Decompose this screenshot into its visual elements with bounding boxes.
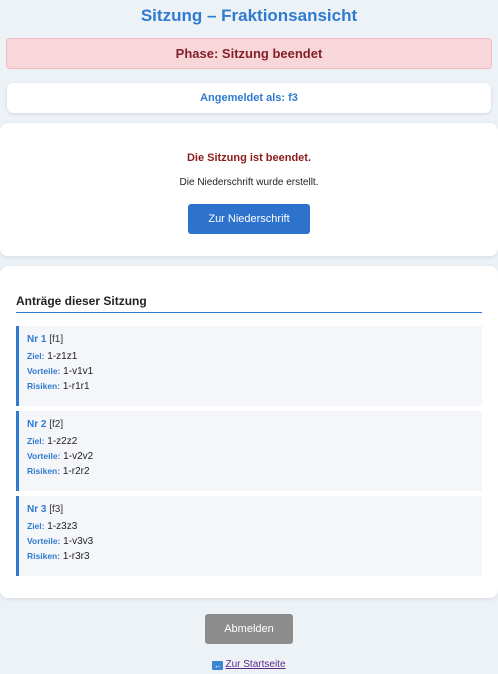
motion-risks: 1-r3r3 <box>62 551 90 562</box>
motion-faction: [f1] <box>49 334 64 345</box>
risks-label: Risiken: <box>27 466 61 476</box>
page-title: Sitzung – Fraktionsansicht <box>140 6 358 25</box>
motion-advantages-row: Vorteile: 1-v2v2 <box>27 449 482 464</box>
session-ended-card: Die Sitzung ist beendet. Die Niederschri… <box>0 123 498 256</box>
motions-heading: Anträge dieser Sitzung <box>16 294 482 313</box>
motion-goal: 1-z1z1 <box>47 351 78 362</box>
motion-header: Nr 1 [f1] <box>27 334 482 345</box>
session-ended-subtitle: Die Niederschrift wurde erstellt. <box>179 177 319 188</box>
logout-button[interactable]: Abmelden <box>205 614 293 644</box>
motion-risks-row: Risiken: 1-r1r1 <box>27 379 482 394</box>
motion-goal: 1-z3z3 <box>47 521 78 532</box>
home-link-container: ← Zur Startseite <box>0 659 498 670</box>
motion-goal-row: Ziel: 1-z3z3 <box>27 519 482 534</box>
motion-header: Nr 3 [f3] <box>27 504 482 515</box>
motion-risks-row: Risiken: 1-r2r2 <box>27 464 482 479</box>
motion-advantages-row: Vorteile: 1-v3v3 <box>27 534 482 549</box>
motion-item: Nr 1 [f1] Ziel: 1-z1z1 Vorteile: 1-v1v1 … <box>16 326 482 406</box>
motion-item: Nr 3 [f3] Ziel: 1-z3z3 Vorteile: 1-v3v3 … <box>16 496 482 576</box>
logged-in-as: Angemeldet als: f3 <box>7 83 491 113</box>
session-ended-title: Die Sitzung ist beendet. <box>186 152 312 164</box>
goal-label: Ziel: <box>27 521 45 531</box>
motion-number: Nr 1 <box>27 334 47 345</box>
home-link[interactable]: Zur Startseite <box>225 659 285 670</box>
risks-label: Risiken: <box>27 381 61 391</box>
motion-risks-row: Risiken: 1-r3r3 <box>27 549 482 564</box>
motion-risks: 1-r2r2 <box>62 466 90 477</box>
back-arrow-icon: ← <box>212 661 224 670</box>
motion-item: Nr 2 [f2] Ziel: 1-z2z2 Vorteile: 1-v2v2 … <box>16 411 482 491</box>
to-minutes-button[interactable]: Zur Niederschrift <box>188 204 310 234</box>
motion-faction: [f3] <box>49 504 64 515</box>
motion-faction: [f2] <box>49 419 64 430</box>
motion-goal-row: Ziel: 1-z1z1 <box>27 349 482 364</box>
phase-banner: Phase: Sitzung beendet <box>6 38 492 69</box>
motion-number: Nr 2 <box>27 419 47 430</box>
advantages-label: Vorteile: <box>27 451 61 461</box>
goal-label: Ziel: <box>27 436 45 446</box>
motion-risks: 1-r1r1 <box>62 381 90 392</box>
motion-number: Nr 3 <box>27 504 47 515</box>
motion-header: Nr 2 [f2] <box>27 419 482 430</box>
motion-advantages-row: Vorteile: 1-v1v1 <box>27 364 482 379</box>
motion-goal-row: Ziel: 1-z2z2 <box>27 434 482 449</box>
motion-advantages: 1-v3v3 <box>63 536 94 547</box>
advantages-label: Vorteile: <box>27 536 61 546</box>
motions-card: Anträge dieser Sitzung Nr 1 [f1] Ziel: 1… <box>0 266 498 598</box>
advantages-label: Vorteile: <box>27 366 61 376</box>
motion-advantages: 1-v1v1 <box>63 366 94 377</box>
motion-advantages: 1-v2v2 <box>63 451 94 462</box>
motion-goal: 1-z2z2 <box>47 436 78 447</box>
goal-label: Ziel: <box>27 351 45 361</box>
risks-label: Risiken: <box>27 551 61 561</box>
